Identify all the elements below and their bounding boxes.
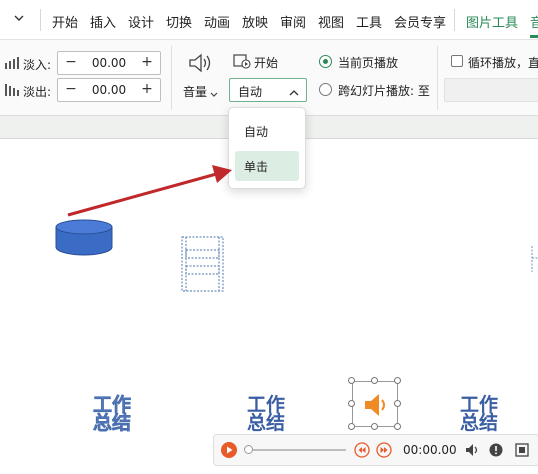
end-slide-input — [444, 78, 538, 102]
audio-player-bar: 00:00.00 — [213, 434, 538, 466]
ribbon-separator — [171, 46, 172, 110]
menu-item-click[interactable]: 单击 — [235, 151, 299, 181]
tab-transition[interactable]: 切换 — [166, 12, 192, 31]
wordart-work-summary[interactable]: 工作 总结 — [455, 396, 503, 434]
fade-in-icon — [4, 56, 20, 70]
loop-play-label[interactable]: 循环播放，直 — [468, 54, 538, 71]
menu-separator — [454, 9, 455, 31]
wordart-line: 总结 — [92, 412, 132, 434]
ribbon-separator — [437, 46, 438, 110]
progress-thumb[interactable] — [244, 445, 253, 454]
resize-handle[interactable] — [348, 400, 355, 407]
fade-out-decrement-button[interactable]: − — [62, 81, 80, 97]
fade-in-increment-button[interactable]: + — [138, 54, 156, 70]
tab-member[interactable]: 会员专享 — [394, 12, 446, 31]
partial-graphic — [528, 244, 538, 274]
tab-start[interactable]: 开始 — [52, 12, 78, 31]
tab-review[interactable]: 审阅 — [280, 12, 306, 31]
tab-animation[interactable]: 动画 — [204, 12, 230, 31]
menu-separator — [40, 9, 41, 31]
fade-out-value[interactable]: 00.00 — [84, 83, 134, 97]
current-page-play-radio[interactable] — [319, 55, 332, 68]
cylinder-shape[interactable] — [55, 219, 113, 257]
resize-handle[interactable] — [371, 377, 378, 384]
fade-in-decrement-button[interactable]: − — [62, 54, 80, 70]
tab-insert[interactable]: 插入 — [90, 12, 116, 31]
volume-chevron-icon[interactable] — [210, 87, 218, 97]
menu-bar: 开始 插入 设计 切换 动画 放映 审阅 视图 工具 会员专享 图片工具 音 — [0, 0, 538, 40]
resize-handle[interactable] — [394, 423, 401, 430]
current-page-play-label[interactable]: 当前页播放 — [338, 54, 398, 71]
fade-out-icon — [4, 83, 20, 97]
collapse-chevron-icon[interactable] — [12, 11, 26, 25]
volume-icon[interactable] — [465, 443, 481, 457]
resize-handle[interactable] — [348, 423, 355, 430]
audio-object[interactable] — [352, 381, 398, 427]
start-mode-dropdown[interactable]: 自动 — [229, 78, 307, 102]
wordart-line: 总结 — [459, 412, 498, 434]
time-display: 00:00.00 — [403, 443, 457, 457]
tab-design[interactable]: 设计 — [128, 12, 154, 31]
fade-out-increment-button[interactable]: + — [138, 81, 156, 97]
info-icon[interactable] — [489, 443, 503, 457]
wordart-line: 总结 — [246, 412, 285, 434]
cross-slide-play-label[interactable]: 跨幻灯片播放: 至 — [338, 82, 430, 99]
fullscreen-icon[interactable] — [515, 443, 529, 457]
resize-handle[interactable] — [394, 400, 401, 407]
tab-slideshow[interactable]: 放映 — [242, 12, 268, 31]
annotation-arrow — [60, 160, 240, 222]
tab-view[interactable]: 视图 — [318, 12, 344, 31]
start-label: 开始 — [254, 56, 279, 70]
resize-handle[interactable] — [371, 423, 378, 430]
fade-in-stepper[interactable]: − 00.00 + — [57, 51, 161, 75]
loop-play-checkbox[interactable] — [451, 55, 463, 67]
tab-audio-tools[interactable]: 音 — [530, 12, 538, 31]
shelf-graphic[interactable] — [181, 236, 224, 292]
resize-handle[interactable] — [394, 377, 401, 384]
audio-speaker-icon — [361, 390, 391, 420]
fade-in-value[interactable]: 00.00 — [84, 56, 134, 70]
fade-out-stepper[interactable]: − 00.00 + — [57, 78, 161, 102]
cross-slide-play-radio[interactable] — [319, 83, 332, 96]
wordart-work-summary[interactable]: 工作 总结 — [88, 395, 136, 434]
tab-picture-tools[interactable]: 图片工具 — [466, 12, 518, 31]
play-icon[interactable] — [221, 442, 237, 458]
chevron-up-icon[interactable] — [289, 86, 299, 96]
fast-forward-icon[interactable] — [376, 442, 392, 458]
start-icon — [233, 53, 251, 69]
progress-track[interactable] — [246, 449, 346, 451]
wordart-work-summary[interactable]: 工作 总结 — [242, 396, 290, 434]
menu-item-auto[interactable]: 自动 — [235, 116, 299, 146]
fade-out-label: 淡出: — [23, 85, 52, 99]
volume-label[interactable]: 音量 — [183, 83, 207, 100]
resize-handle[interactable] — [348, 377, 355, 384]
start-mode-value: 自动 — [238, 85, 263, 99]
tab-tools[interactable]: 工具 — [356, 12, 382, 31]
fade-in-label: 淡入: — [23, 58, 52, 72]
active-tab-underline — [530, 35, 538, 38]
speaker-icon[interactable] — [187, 51, 213, 75]
rewind-icon[interactable] — [354, 442, 370, 458]
